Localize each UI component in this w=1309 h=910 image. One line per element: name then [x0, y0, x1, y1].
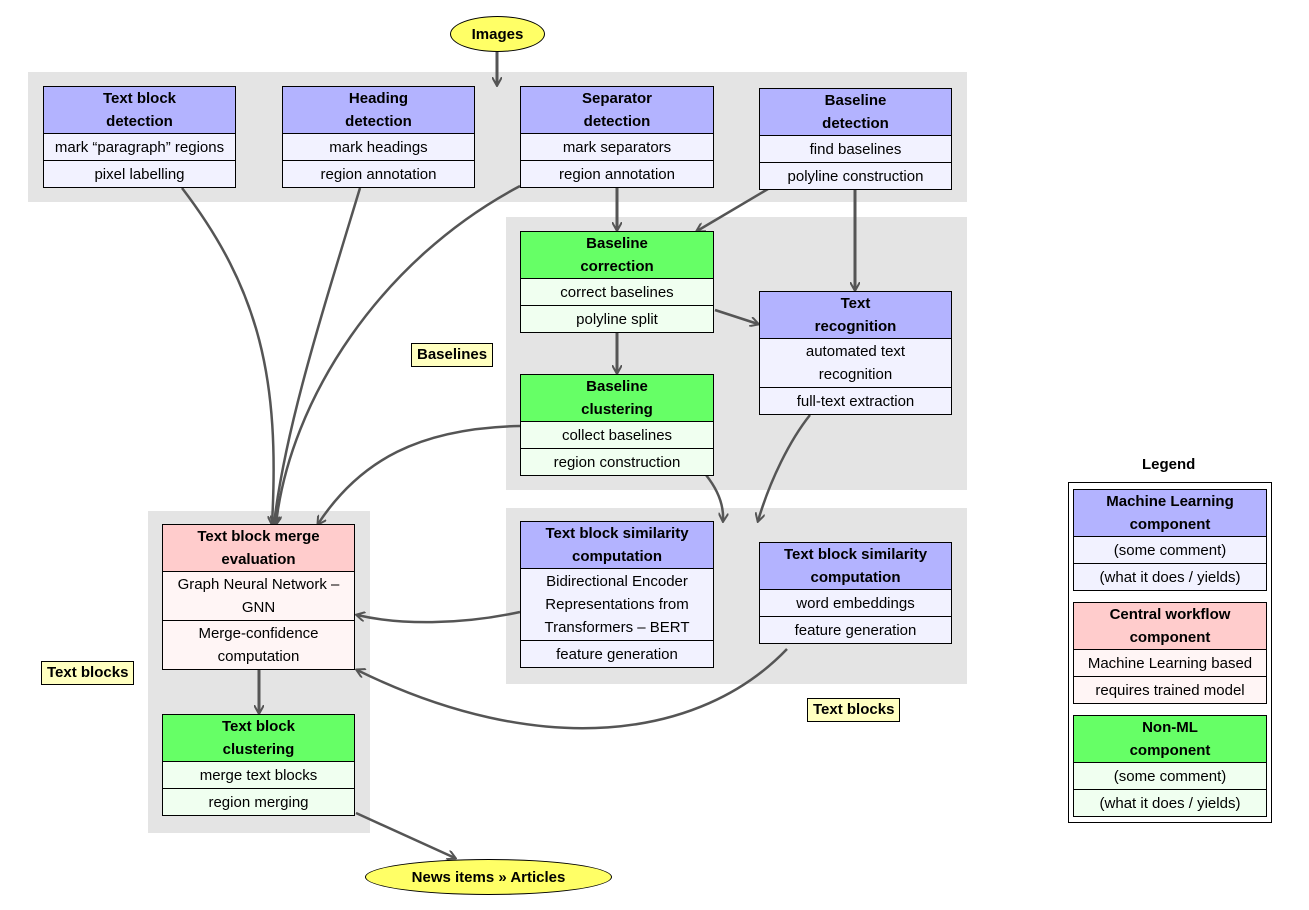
node-row: Bidirectional Encoder Representations fr… — [521, 569, 713, 641]
node-row: correct baselines — [521, 279, 713, 306]
node-row: Graph Neural Network – GNN — [163, 572, 354, 621]
node-row: feature generation — [760, 617, 951, 643]
node-row: polyline construction — [760, 163, 951, 189]
legend-box: Machine Learning component (some comment)… — [1068, 482, 1272, 823]
node-row: merge text blocks — [163, 762, 354, 789]
node-separator-detection[interactable]: Separator detection mark separators regio… — [520, 86, 714, 188]
node-row: full-text extraction — [760, 388, 951, 414]
edge-bert-to-merge — [357, 610, 521, 624]
legend-item-central: Central workflow component Machine Learni… — [1073, 602, 1267, 704]
node-title: Baseline correction — [521, 232, 713, 279]
node-title: Heading detection — [283, 87, 474, 134]
node-text-block-merge-evaluation[interactable]: Text block merge evaluation Graph Neural … — [162, 524, 355, 670]
cluster-label-baselines: Baselines — [411, 343, 494, 367]
legend-item-title: Machine Learning component — [1074, 490, 1266, 537]
legend-item-row: Machine Learning based — [1074, 650, 1266, 677]
node-text-recognition[interactable]: Text recognition automated text recogniti… — [759, 291, 952, 415]
legend-title: Legend — [1142, 456, 1196, 473]
node-row: find baselines — [760, 136, 951, 163]
node-row: mark headings — [283, 134, 474, 161]
node-heading-detection[interactable]: Heading detection mark headings region an… — [282, 86, 475, 188]
node-row: pixel labelling — [44, 161, 235, 187]
node-text-block-detection[interactable]: Text block detection mark “paragraph” reg… — [43, 86, 236, 188]
node-text-block-similarity-embeddings[interactable]: Text block similarity computation word em… — [759, 542, 952, 644]
node-row: polyline split — [521, 306, 713, 332]
node-row: collect baselines — [521, 422, 713, 449]
node-text-block-clustering[interactable]: Text block clustering merge text blocks r… — [162, 714, 355, 816]
node-title: Text block clustering — [163, 715, 354, 762]
end-node-label: News items » Articles — [411, 868, 566, 886]
node-title: Text block merge evaluation — [163, 525, 354, 572]
node-row: region merging — [163, 789, 354, 815]
node-baseline-clustering[interactable]: Baseline clustering collect baselines reg… — [520, 374, 714, 476]
legend-item-row: (some comment) — [1074, 537, 1266, 564]
node-row: Merge-confidence computation — [163, 621, 354, 669]
node-title: Baseline detection — [760, 89, 951, 136]
node-row: region construction — [521, 449, 713, 475]
edge-heading-to-merge — [274, 187, 362, 524]
node-title: Text block detection — [44, 87, 235, 134]
node-row: region annotation — [283, 161, 474, 187]
edge-textblock-to-merge — [181, 187, 274, 524]
legend-item-row: requires trained model — [1074, 677, 1266, 703]
legend-item-row: (what it does / yields) — [1074, 564, 1266, 590]
node-title: Separator detection — [521, 87, 713, 134]
legend-item-nonml: Non-ML component (some comment) (what it … — [1073, 715, 1267, 817]
edge-clustering-to-articles — [355, 811, 455, 858]
end-node-articles[interactable]: News items » Articles — [365, 859, 612, 895]
node-row: word embeddings — [760, 590, 951, 617]
node-title: Text block similarity computation — [760, 543, 951, 590]
node-title: Text recognition — [760, 292, 951, 339]
node-row: feature generation — [521, 641, 713, 667]
node-baseline-detection[interactable]: Baseline detection find baselines polylin… — [759, 88, 952, 190]
cluster-label-text-blocks-right: Text blocks — [807, 698, 901, 722]
node-row: mark “paragraph” regions — [44, 134, 235, 161]
start-node-images[interactable]: Images — [450, 16, 545, 52]
cluster-label-text-blocks-left: Text blocks — [41, 661, 135, 685]
node-row: automated text recognition — [760, 339, 951, 388]
node-row: region annotation — [521, 161, 713, 187]
legend-item-title: Central workflow component — [1074, 603, 1266, 650]
node-baseline-correction[interactable]: Baseline correction correct baselines pol… — [520, 231, 714, 333]
node-title: Text block similarity computation — [521, 522, 713, 569]
legend-item-title: Non-ML component — [1074, 716, 1266, 763]
node-title: Baseline clustering — [521, 375, 713, 422]
edge-clustering-to-merge — [318, 424, 521, 524]
legend-item-ml: Machine Learning component (some comment)… — [1073, 489, 1267, 591]
legend-item-row: (what it does / yields) — [1074, 790, 1266, 816]
node-row: mark separators — [521, 134, 713, 161]
legend-item-row: (some comment) — [1074, 763, 1266, 790]
start-node-label: Images — [471, 25, 524, 43]
node-text-block-similarity-bert[interactable]: Text block similarity computation Bidirec… — [520, 521, 714, 668]
